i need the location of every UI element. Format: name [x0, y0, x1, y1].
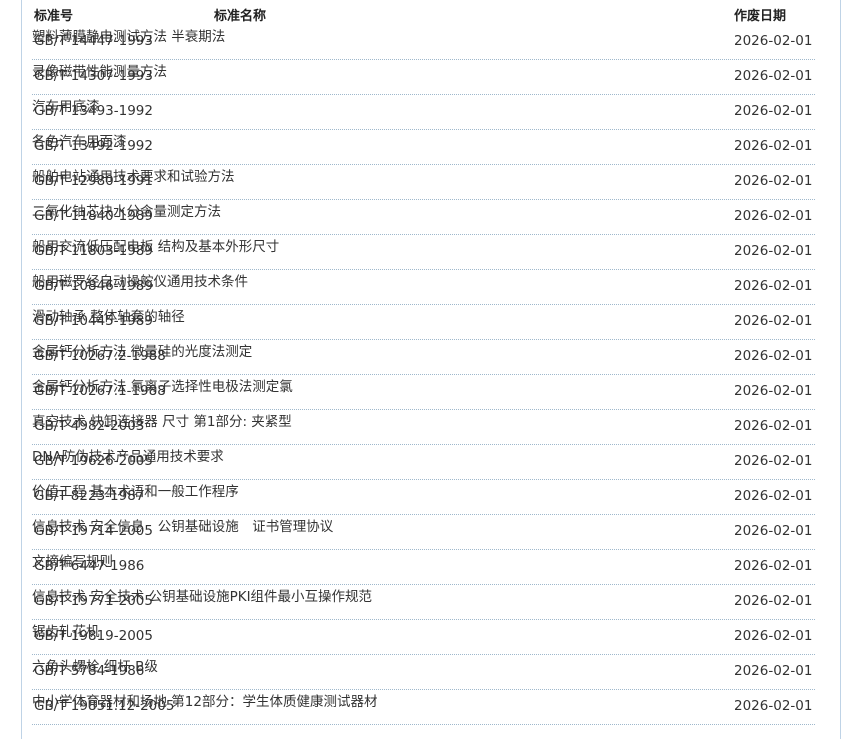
standard-code: GB/T 11840-1989 — [34, 208, 153, 224]
standard-code: GB/T 14447-1993 — [34, 33, 153, 49]
table-row: GB/T 11803-1989 船用交流低压配电板 结构及基本外形尺寸 2026… — [32, 235, 815, 270]
standard-code: GB/T 13492-1992 — [34, 138, 153, 154]
standard-code: GB/T 6447-1986 — [34, 558, 145, 574]
table-row: GB/T 6447-1986 文摘编写规则 2026-02-01 — [32, 550, 815, 585]
table-row: GB/T 10267.2-1988 金属钙分析方法 微量硅的光度法测定 2026… — [32, 340, 815, 375]
table-row: GB/T 10846-1989 船用磁罗经自动操舵仪通用技术条件 2026-02… — [32, 270, 815, 305]
table-row: GB/T 8223-1987 价值工程 基本术语和一般工作程序 2026-02-… — [32, 480, 815, 515]
abolish-date: 2026-02-01 — [734, 33, 813, 49]
table-row: GB/T 11840-1989 二氧化铀芯块水分含量测定方法 2026-02-0… — [32, 200, 815, 235]
standard-code: GB/T 14307-1993 — [34, 68, 153, 84]
abolish-date: 2026-02-01 — [734, 698, 813, 714]
table-row: GB/T 4982-2003 真空技术 快卸连接器 尺寸 第1部分: 夹紧型 2… — [32, 410, 815, 445]
abolish-date: 2026-02-01 — [734, 243, 813, 259]
table-row: GB/T 10445-1989 滑动轴承 整体轴套的轴径 2026-02-01 — [32, 305, 815, 340]
standard-code: GB/T 19626-2005 — [34, 453, 153, 469]
abolish-date: 2026-02-01 — [734, 208, 813, 224]
standard-code: GB/T 10267.1-1988 — [34, 383, 166, 399]
header-date: 作废日期 — [734, 9, 787, 24]
abolish-date: 2026-02-01 — [734, 558, 813, 574]
standard-code: GB/T 19851.12-2005 — [34, 698, 175, 714]
table-row: GB/T 14307-1993 录像磁带性能测量方法 2026-02-01 — [32, 60, 815, 95]
abolish-date: 2026-02-01 — [734, 348, 813, 364]
standards-table: 标准号 标准名称 作废日期 GB/T 14447-1993 塑料薄膜静电测试方法… — [32, 0, 815, 725]
abolish-date: 2026-02-01 — [734, 313, 813, 329]
table-row: GB/T 13493-1992 汽车用底漆 2026-02-01 — [32, 95, 815, 130]
standard-code: GB/T 13493-1992 — [34, 103, 153, 119]
standard-code: GB/T 12980-1991 — [34, 173, 153, 189]
standard-code: GB/T 5784-1986 — [34, 663, 145, 679]
table-row: GB/T 19819-2005 锯齿轧花机 2026-02-01 — [32, 620, 815, 655]
abolish-date: 2026-02-01 — [734, 383, 813, 399]
table-row: GB/T 19771-2005 信息技术 安全技术 公钥基础设施PKI组件最小互… — [32, 585, 815, 620]
table-row: GB/T 13492-1992 各色汽车用面漆 2026-02-01 — [32, 130, 815, 165]
standard-code: GB/T 10846-1989 — [34, 278, 153, 294]
header-code: 标准号 — [34, 9, 74, 24]
table-row: GB/T 19714-2005 信息技术 安全信息 公钥基础设施 证书管理协议 … — [32, 515, 815, 550]
standard-code: GB/T 11803-1989 — [34, 243, 153, 259]
abolish-date: 2026-02-01 — [734, 453, 813, 469]
abolish-date: 2026-02-01 — [734, 593, 813, 609]
abolish-date: 2026-02-01 — [734, 663, 813, 679]
standard-code: GB/T 4982-2003 — [34, 418, 145, 434]
table-row: GB/T 5784-1986 六角头螺栓 细杆 B级 2026-02-01 — [32, 655, 815, 690]
abolish-date: 2026-02-01 — [734, 523, 813, 539]
abolish-date: 2026-02-01 — [734, 488, 813, 504]
table-row: GB/T 14447-1993 塑料薄膜静电测试方法 半衰期法 2026-02-… — [32, 25, 815, 60]
table-row: GB/T 10267.1-1988 金属钙分析方法 氯离子选择性电极法测定氯 2… — [32, 375, 815, 410]
header-name: 标准名称 — [214, 9, 267, 24]
table-row: GB/T 19626-2005 DNA防伪技术产品通用技术要求 2026-02-… — [32, 445, 815, 480]
standard-code: GB/T 8223-1987 — [34, 488, 145, 504]
standards-panel: 标准号 标准名称 作废日期 GB/T 14447-1993 塑料薄膜静电测试方法… — [21, 0, 841, 739]
standard-code: GB/T 19771-2005 — [34, 593, 153, 609]
abolish-date: 2026-02-01 — [734, 103, 813, 119]
abolish-date: 2026-02-01 — [734, 68, 813, 84]
standard-code: GB/T 10445-1989 — [34, 313, 153, 329]
table-row: GB/T 12980-1991 船舶电站通用技术要求和试验方法 2026-02-… — [32, 165, 815, 200]
table-row: GB/T 19851.12-2005 中小学体育器材和场地 第12部分：学生体质… — [32, 690, 815, 725]
standard-code: GB/T 19714-2005 — [34, 523, 153, 539]
abolish-date: 2026-02-01 — [734, 138, 813, 154]
abolish-date: 2026-02-01 — [734, 628, 813, 644]
standard-code: GB/T 10267.2-1988 — [34, 348, 166, 364]
abolish-date: 2026-02-01 — [734, 173, 813, 189]
abolish-date: 2026-02-01 — [734, 418, 813, 434]
abolish-date: 2026-02-01 — [734, 278, 813, 294]
table-header: 标准号 标准名称 作废日期 — [32, 0, 815, 25]
standard-code: GB/T 19819-2005 — [34, 628, 153, 644]
